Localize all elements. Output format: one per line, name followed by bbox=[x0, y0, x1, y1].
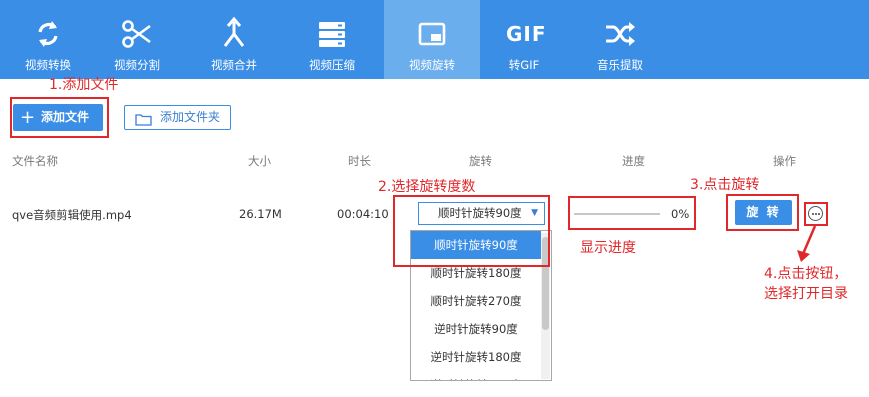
main-toolbar: 视频转换 视频分割 视频合并 视频压缩 视频旋转 GIF 转GIF 音乐提取 bbox=[0, 0, 869, 79]
merge-icon bbox=[216, 16, 252, 52]
header-rotate: 旋转 bbox=[469, 154, 492, 168]
header-size: 大小 bbox=[248, 154, 271, 168]
tool-label: 视频压缩 bbox=[309, 58, 355, 72]
tool-label: 视频合并 bbox=[211, 58, 257, 72]
file-size: 26.17M bbox=[239, 207, 282, 221]
add-folder-button[interactable]: 添加文件夹 bbox=[124, 105, 231, 130]
highlight-box-progress bbox=[568, 196, 696, 230]
tool-label: 视频转换 bbox=[25, 58, 71, 72]
highlight-box-add-file bbox=[10, 97, 109, 138]
dropdown-option[interactable]: 逆时针旋转90度 bbox=[411, 315, 541, 343]
annotation-step1: 1.添加文件 bbox=[49, 77, 119, 93]
file-duration: 00:04:10 bbox=[337, 207, 389, 221]
compress-icon bbox=[314, 16, 350, 52]
annotation-step2: 2.选择旋转度数 bbox=[378, 179, 476, 195]
annotation-progress-note: 显示进度 bbox=[580, 240, 636, 256]
tool-music-extract[interactable]: 音乐提取 bbox=[572, 0, 668, 79]
tool-label: 转GIF bbox=[508, 58, 540, 72]
dropdown-option[interactable]: 顺时针旋转270度 bbox=[411, 287, 541, 315]
shuffle-icon bbox=[602, 16, 638, 52]
file-name: qve音频剪辑使用.mp4 bbox=[12, 208, 132, 222]
highlight-box-rotate-button bbox=[726, 194, 799, 231]
rotate-icon bbox=[414, 16, 450, 52]
tool-video-split[interactable]: 视频分割 bbox=[89, 0, 185, 79]
tool-video-compress[interactable]: 视频压缩 bbox=[284, 0, 380, 79]
tool-label: 音乐提取 bbox=[597, 58, 643, 72]
annotation-arrow-icon bbox=[797, 225, 817, 262]
header-operation: 操作 bbox=[773, 154, 796, 168]
tool-video-rotate[interactable]: 视频旋转 bbox=[384, 0, 480, 79]
tool-video-merge[interactable]: 视频合并 bbox=[186, 0, 282, 79]
convert-icon bbox=[30, 16, 66, 52]
header-progress: 进度 bbox=[622, 154, 645, 168]
tool-label: 视频分割 bbox=[114, 58, 160, 72]
tool-to-gif[interactable]: GIF 转GIF bbox=[476, 0, 572, 79]
annotation-step4-line1: 4.点击按钮， bbox=[764, 266, 848, 282]
highlight-box-rotation bbox=[393, 195, 550, 267]
annotation-step3: 3.点击旋转 bbox=[690, 177, 760, 193]
scissors-icon bbox=[119, 16, 155, 52]
header-file-name: 文件名称 bbox=[12, 154, 58, 168]
add-folder-label: 添加文件夹 bbox=[160, 110, 221, 124]
tool-label: 视频旋转 bbox=[409, 58, 455, 72]
folder-icon bbox=[135, 111, 152, 126]
header-duration: 时长 bbox=[348, 154, 371, 168]
annotation-step4-line2: 选择打开目录 bbox=[764, 286, 848, 302]
dropdown-option[interactable]: 逆时针旋转180度 bbox=[411, 343, 541, 371]
tool-video-convert[interactable]: 视频转换 bbox=[0, 0, 96, 79]
dropdown-option[interactable]: 逆时针旋转270度 bbox=[411, 371, 541, 380]
gif-icon: GIF bbox=[506, 22, 547, 46]
